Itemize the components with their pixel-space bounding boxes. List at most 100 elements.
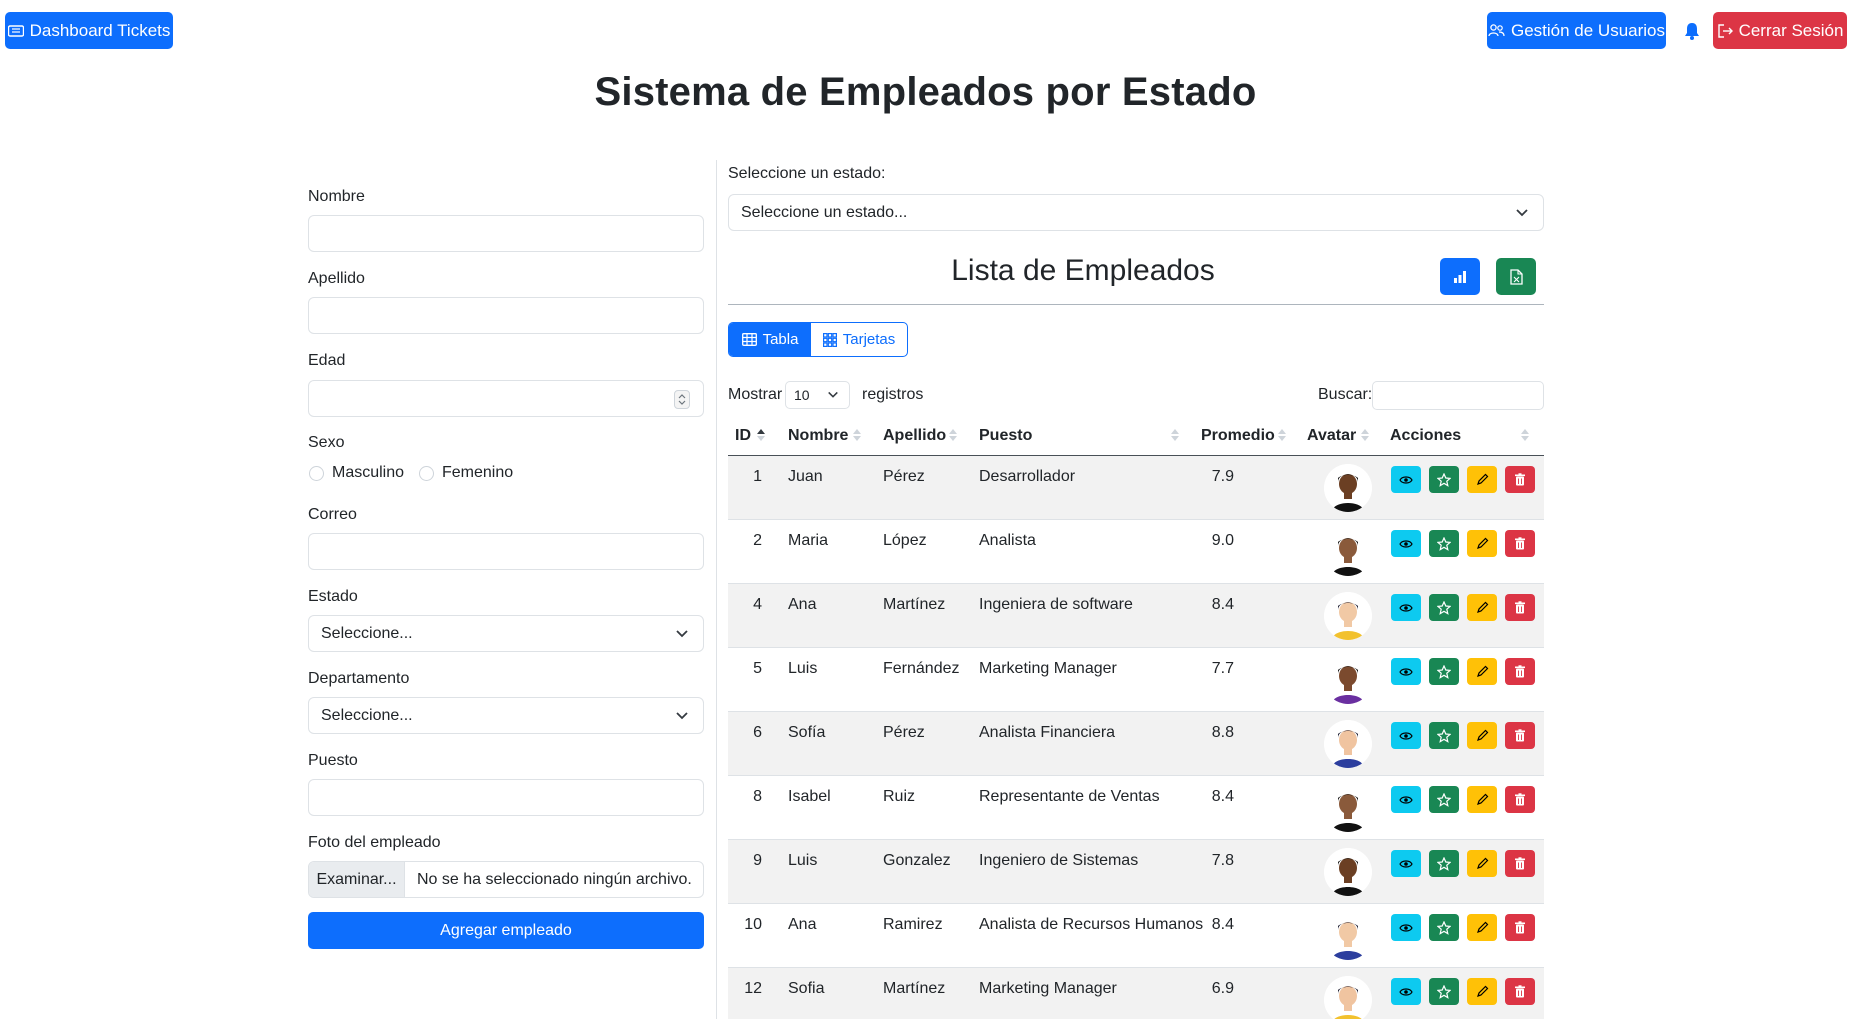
favorite-button[interactable]	[1429, 658, 1459, 685]
table-row: 12 Sofia Martínez Marketing Manager 6.9	[728, 968, 1544, 1019]
header-apellido[interactable]: Apellido	[883, 427, 946, 445]
header-promedio[interactable]: Promedio	[1201, 427, 1275, 445]
eye-icon	[1399, 667, 1413, 677]
foto-file-input[interactable]: Examinar... No se ha seleccionado ningún…	[308, 861, 704, 898]
view-cards-button[interactable]: Tarjetas	[811, 323, 907, 356]
edit-button[interactable]	[1467, 850, 1497, 877]
trash-icon	[1514, 857, 1526, 870]
export-excel-button[interactable]	[1496, 258, 1536, 295]
star-icon	[1437, 600, 1451, 615]
table-row: 1 Juan Pérez Desarrollador 7.9	[728, 456, 1544, 520]
header-id[interactable]: ID	[735, 427, 751, 445]
eye-icon	[1399, 987, 1413, 997]
masculino-radio[interactable]	[309, 466, 324, 481]
avatar	[1324, 656, 1372, 704]
delete-button[interactable]	[1505, 466, 1535, 493]
edad-input[interactable]	[308, 380, 704, 417]
grid-icon	[822, 332, 837, 347]
edit-button[interactable]	[1467, 914, 1497, 941]
view-button[interactable]	[1391, 850, 1421, 877]
add-employee-button[interactable]: Agregar empleado	[308, 912, 704, 949]
edit-button[interactable]	[1467, 466, 1497, 493]
favorite-button[interactable]	[1429, 722, 1459, 749]
sexo-label: Sexo	[308, 434, 345, 451]
estado-select[interactable]: Seleccione...	[308, 615, 704, 652]
delete-button[interactable]	[1505, 722, 1535, 749]
favorite-button[interactable]	[1429, 466, 1459, 493]
cell-nombre: Sofia	[788, 980, 825, 997]
favorite-button[interactable]	[1429, 850, 1459, 877]
cell-id: 12	[744, 980, 762, 997]
delete-button[interactable]	[1505, 594, 1535, 621]
cell-promedio: 7.7	[1211, 660, 1234, 677]
favorite-button[interactable]	[1429, 978, 1459, 1005]
view-button[interactable]	[1391, 786, 1421, 813]
view-button[interactable]	[1391, 978, 1421, 1005]
favorite-button[interactable]	[1429, 914, 1459, 941]
edit-button[interactable]	[1467, 978, 1497, 1005]
edit-button[interactable]	[1467, 722, 1497, 749]
table-row: 4 Ana Martínez Ingeniera de software 8.4	[728, 584, 1544, 648]
nombre-input[interactable]	[308, 215, 704, 252]
header-acciones[interactable]: Acciones	[1390, 427, 1461, 445]
chart-button[interactable]	[1440, 258, 1480, 295]
estado-label: Estado	[308, 588, 358, 605]
user-management-button[interactable]: Gestión de Usuarios	[1487, 12, 1666, 49]
header-nombre[interactable]: Nombre	[788, 427, 848, 445]
file-excel-icon	[1509, 268, 1523, 285]
edad-stepper[interactable]	[674, 390, 690, 409]
favorite-button[interactable]	[1429, 530, 1459, 557]
delete-button[interactable]	[1505, 914, 1535, 941]
search-input[interactable]	[1372, 381, 1544, 410]
star-icon	[1437, 536, 1451, 551]
eye-icon	[1399, 859, 1413, 869]
trash-icon	[1514, 665, 1526, 678]
list-title: Lista de Empleados	[951, 254, 1215, 287]
notification-bell-icon[interactable]	[1681, 20, 1703, 42]
puesto-input[interactable]	[308, 779, 704, 816]
cell-promedio: 8.8	[1211, 724, 1234, 741]
pencil-icon	[1476, 537, 1489, 550]
list-title-divider	[728, 304, 1544, 305]
edit-button[interactable]	[1467, 658, 1497, 685]
pencil-icon	[1476, 473, 1489, 486]
view-button[interactable]	[1391, 594, 1421, 621]
apellido-input[interactable]	[308, 297, 704, 334]
cell-puesto: Ingeniero de Sistemas	[979, 852, 1139, 869]
view-button[interactable]	[1391, 914, 1421, 941]
correo-input[interactable]	[308, 533, 704, 570]
trash-icon	[1514, 793, 1526, 806]
cell-apellido: Gonzalez	[883, 852, 951, 869]
star-icon	[1437, 472, 1451, 487]
delete-button[interactable]	[1505, 658, 1535, 685]
view-button[interactable]	[1391, 658, 1421, 685]
view-table-label: Tabla	[762, 331, 799, 348]
view-button[interactable]	[1391, 530, 1421, 557]
view-button[interactable]	[1391, 466, 1421, 493]
departamento-select[interactable]: Seleccione...	[308, 697, 704, 734]
view-button[interactable]	[1391, 722, 1421, 749]
favorite-button[interactable]	[1429, 594, 1459, 621]
header-puesto[interactable]: Puesto	[979, 427, 1032, 445]
show-entries-select[interactable]: 10	[785, 381, 850, 409]
logout-button[interactable]: Cerrar Sesión	[1713, 12, 1847, 49]
view-table-button[interactable]: Tabla	[729, 323, 811, 356]
delete-button[interactable]	[1505, 978, 1535, 1005]
file-browse-button[interactable]: Examinar...	[309, 862, 405, 897]
femenino-label: Femenino	[442, 464, 514, 481]
star-icon	[1437, 664, 1451, 679]
cell-puesto: Analista Financiera	[979, 724, 1116, 741]
femenino-radio[interactable]	[419, 466, 434, 481]
delete-button[interactable]	[1505, 786, 1535, 813]
show-entries-label: Mostrar	[728, 386, 783, 403]
edit-button[interactable]	[1467, 786, 1497, 813]
state-filter-select[interactable]: Seleccione un estado...	[728, 194, 1544, 231]
dashboard-tickets-button[interactable]: Dashboard Tickets	[5, 12, 173, 49]
edit-button[interactable]	[1467, 530, 1497, 557]
header-avatar[interactable]: Avatar	[1307, 427, 1356, 445]
favorite-button[interactable]	[1429, 786, 1459, 813]
edad-label: Edad	[308, 352, 346, 369]
edit-button[interactable]	[1467, 594, 1497, 621]
delete-button[interactable]	[1505, 850, 1535, 877]
delete-button[interactable]	[1505, 530, 1535, 557]
